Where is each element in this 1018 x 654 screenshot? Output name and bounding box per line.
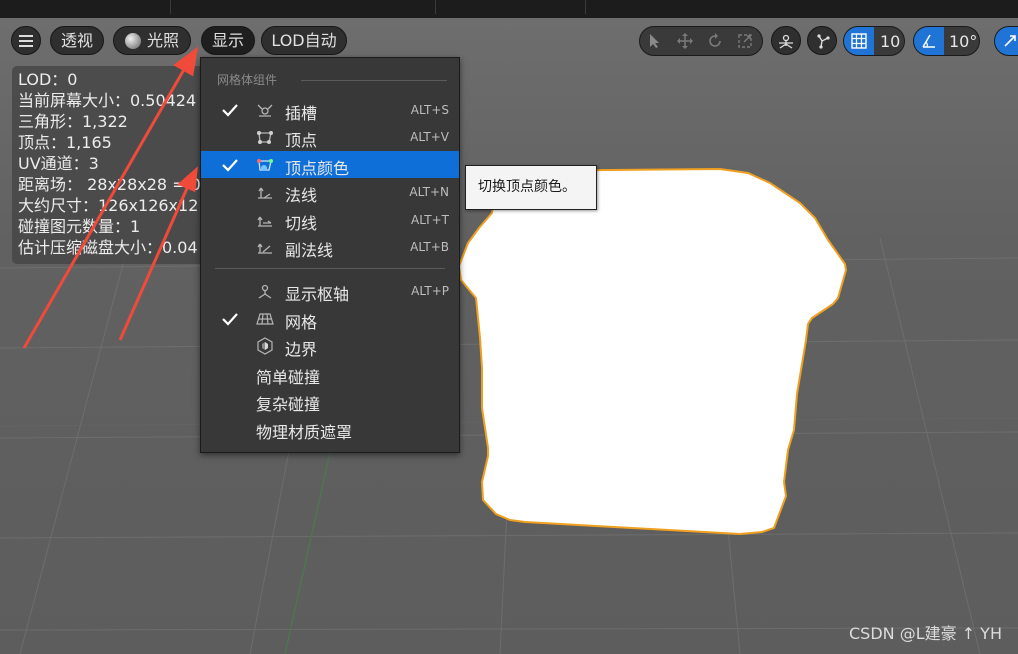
menu-item-label: 边界 xyxy=(285,340,318,359)
scale-snap-toggle[interactable] xyxy=(995,27,1018,55)
grid-snap-value[interactable]: 10 xyxy=(874,32,900,51)
menu-item-label: 顶点 xyxy=(285,131,318,150)
menu-item-shortcut: ALT+P xyxy=(411,284,449,298)
move-icon xyxy=(677,33,693,49)
rotate-mode-button[interactable] xyxy=(700,27,730,55)
menu-item-shortcut: ALT+B xyxy=(410,240,449,254)
menu-item-label: 显示枢轴 xyxy=(285,285,350,304)
menu-item-shortcut: ALT+S xyxy=(410,103,449,117)
hamburger-icon xyxy=(19,34,33,47)
editor-tab-strip xyxy=(0,0,1018,19)
editor-tab[interactable] xyxy=(0,0,171,14)
menu-item-show-pivot[interactable]: 显示枢轴 ALT+P xyxy=(201,277,459,304)
perspective-label: 透视 xyxy=(60,31,93,50)
angle-snap-toggle[interactable] xyxy=(914,27,944,55)
menu-item-label: 网格 xyxy=(285,313,318,332)
stat-distance-field: 距离场： 28x28x28 = 0 xyxy=(18,175,201,194)
scale-snap-icon xyxy=(1004,35,1016,47)
checkmark-icon xyxy=(222,313,238,326)
menu-header-divider xyxy=(301,80,447,81)
socket-icon xyxy=(257,104,273,117)
stat-lod: LOD：0 xyxy=(18,70,78,89)
checkmark-icon xyxy=(222,104,238,117)
show-label: 显示 xyxy=(211,31,244,50)
sphere-icon xyxy=(124,32,141,49)
binormal-icon xyxy=(257,243,272,254)
vertex-icon xyxy=(257,131,273,144)
menu-item-complex-collision[interactable]: 复杂碰撞 xyxy=(201,387,459,414)
world-local-button[interactable] xyxy=(807,26,837,55)
scale-icon xyxy=(738,34,752,48)
menu-item-shortcut: ALT+V xyxy=(410,130,449,144)
editor-tab[interactable] xyxy=(435,0,586,14)
grid-snap-group: 10 xyxy=(843,26,905,56)
menu-item-shortcut: ALT+N xyxy=(409,185,449,199)
checkmark-icon xyxy=(222,159,238,172)
cursor-icon xyxy=(650,34,659,48)
menu-item-label: 副法线 xyxy=(285,241,334,260)
rotate-icon xyxy=(709,33,721,47)
lod-label: LOD自动 xyxy=(271,31,337,50)
menu-item-grid[interactable]: 网格 xyxy=(201,305,459,332)
transform-tools-group xyxy=(639,26,763,56)
editor-tab[interactable] xyxy=(170,0,436,14)
perspective-button[interactable]: 透视 xyxy=(50,26,104,55)
stat-collision-primitives: 碰撞图元数量：1 xyxy=(18,217,141,236)
menu-item-label: 简单碰撞 xyxy=(256,368,321,387)
scale-mode-button[interactable] xyxy=(730,27,760,55)
grid-snap-icon xyxy=(851,33,867,49)
menu-item-sockets[interactable]: 插槽 ALT+S xyxy=(201,96,459,123)
menu-item-label: 法线 xyxy=(285,186,318,205)
stat-triangles: 三角形：1,322 xyxy=(18,112,128,131)
transform-axes-icon xyxy=(817,33,830,49)
menu-item-label: 复杂碰撞 xyxy=(256,395,321,414)
angle-snap-icon xyxy=(922,34,935,48)
menu-section-header: 网格体组件 xyxy=(217,73,278,87)
angle-snap-value[interactable]: 10° xyxy=(944,32,977,51)
stat-vertices: 顶点：1,165 xyxy=(18,133,112,152)
viewport-options-button[interactable] xyxy=(11,26,41,55)
menu-item-label: 顶点颜色 xyxy=(285,159,350,178)
coordinate-icon xyxy=(779,34,793,49)
show-button[interactable]: 显示 xyxy=(201,26,255,55)
menu-item-physical-material-mask[interactable]: 物理材质遮罩 xyxy=(201,415,459,442)
menu-item-binormals[interactable]: 副法线 ALT+B xyxy=(201,233,459,260)
menu-item-tangents[interactable]: 切线 ALT+T xyxy=(201,206,459,233)
menu-item-simple-collision[interactable]: 简单碰撞 xyxy=(201,360,459,387)
menu-item-bounds[interactable]: 边界 xyxy=(201,332,459,359)
grid-snap-toggle[interactable] xyxy=(844,27,874,55)
lighting-button[interactable]: 光照 xyxy=(113,26,191,55)
menu-item-label: 切线 xyxy=(285,214,318,233)
pivot-icon xyxy=(258,284,272,299)
menu-item-label: 插槽 xyxy=(285,104,318,123)
angle-snap-group: 10° xyxy=(913,26,980,56)
scale-snap-group xyxy=(994,26,1018,56)
menu-item-shortcut: ALT+T xyxy=(411,213,449,227)
lighting-label: 光照 xyxy=(146,31,179,50)
menu-item-vertex-colors[interactable]: 顶点颜色 xyxy=(201,151,459,178)
stat-uv-channels: UV通道：3 xyxy=(18,154,99,173)
lod-button[interactable]: LOD自动 xyxy=(261,26,347,55)
tooltip: 切换顶点颜色。 xyxy=(465,165,597,210)
menu-item-normals[interactable]: 法线 ALT+N xyxy=(201,178,459,205)
grid-icon xyxy=(256,313,274,325)
normal-icon xyxy=(258,187,272,199)
stat-screen-size: 当前屏幕大小：0.50424 xyxy=(18,91,197,110)
select-mode-button[interactable] xyxy=(640,27,670,55)
stat-disk-size: 估计压缩磁盘大小：0.04 xyxy=(18,238,198,257)
stat-approx-size: 大约尺寸：126x126x12 xyxy=(18,196,199,215)
show-dropdown-menu: 网格体组件 插槽 ALT+S 顶点 ALT+V 顶点颜色 法线 ALT+N 切线… xyxy=(200,57,460,453)
bounds-icon xyxy=(257,337,273,355)
vertex-color-icon xyxy=(257,159,273,171)
translate-mode-button[interactable] xyxy=(670,27,700,55)
mesh-stats-panel: LOD：0 当前屏幕大小：0.50424 三角形：1,322 顶点：1,165 … xyxy=(12,66,208,264)
tangent-icon xyxy=(257,216,272,227)
mesh-silhouette[interactable] xyxy=(457,167,848,536)
menu-separator xyxy=(215,268,445,269)
menu-item-vertices[interactable]: 顶点 ALT+V xyxy=(201,123,459,150)
menu-item-label: 物理材质遮罩 xyxy=(256,423,353,442)
watermark: CSDN @L建豪 ↑ YH xyxy=(848,624,1002,643)
surface-snap-button[interactable] xyxy=(771,26,801,55)
